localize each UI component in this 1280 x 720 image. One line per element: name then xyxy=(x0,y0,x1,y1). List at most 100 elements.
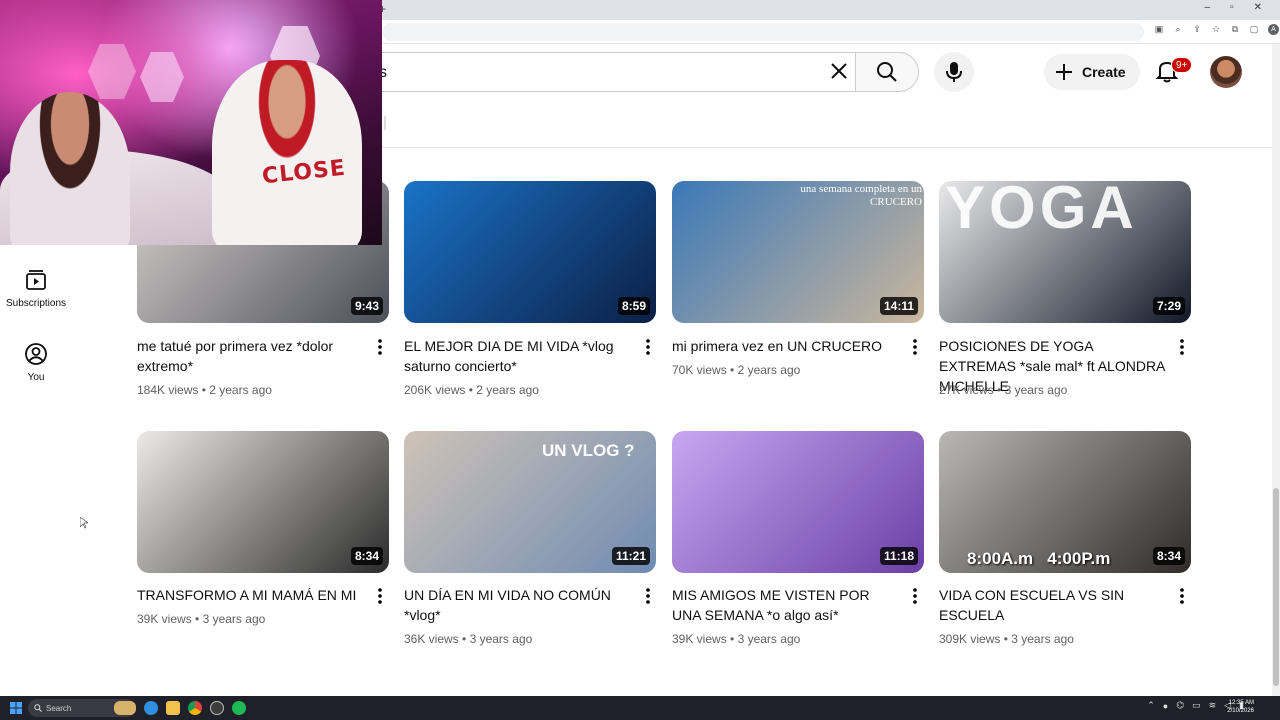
extensions-puzzle-icon[interactable]: ⧉ xyxy=(1230,24,1240,35)
zoom-icon[interactable]: ⌕ xyxy=(1173,24,1183,35)
video-thumbnail[interactable]: 8:00A.m 4:00P.m 8:34 xyxy=(939,431,1191,573)
more-vert-icon xyxy=(378,339,382,355)
video-duration: 11:21 xyxy=(611,547,650,565)
video-title[interactable]: MIS AMIGOS ME VISTEN POR UNA SEMANA *o a… xyxy=(672,585,900,625)
video-title[interactable]: me tatué por primera vez *dolor extremo* xyxy=(137,336,365,376)
address-bar[interactable] xyxy=(382,23,1144,41)
video-age: 3 years ago xyxy=(737,632,801,646)
clock-time: 12:35 AM xyxy=(1228,700,1254,706)
video-views: 39K views xyxy=(672,632,727,646)
video-thumbnail[interactable]: 11:18 xyxy=(672,431,924,573)
spotify-app-icon[interactable] xyxy=(232,701,246,715)
sidebar-icon[interactable]: ▢ xyxy=(1249,24,1259,35)
content-divider xyxy=(382,147,1272,148)
video-views: 36K views xyxy=(404,632,459,646)
guide-item-label: You xyxy=(27,372,45,383)
browser-profile-avatar[interactable]: A xyxy=(1268,24,1279,35)
video-menu-button[interactable] xyxy=(905,584,925,608)
guide-item-you[interactable]: You xyxy=(0,342,72,383)
video-duration: 7:29 xyxy=(1152,297,1185,315)
obs-app-icon[interactable] xyxy=(210,701,224,715)
video-menu-button[interactable] xyxy=(1172,335,1192,359)
video-menu-button[interactable] xyxy=(1172,584,1192,608)
voice-search-button[interactable] xyxy=(934,52,974,92)
maximize-button[interactable]: ▫ xyxy=(1230,2,1234,13)
video-thumbnail[interactable]: 8:59 xyxy=(404,181,656,323)
video-menu-button[interactable] xyxy=(370,584,390,608)
video-title[interactable]: TRANSFORMO A MI MAMÁ EN MI xyxy=(137,585,365,605)
chevron-up-icon[interactable]: ⌃ xyxy=(1147,700,1155,711)
video-duration: 14:11 xyxy=(879,297,918,315)
windows-start-icon[interactable] xyxy=(10,702,22,714)
video-menu-button[interactable] xyxy=(905,335,925,359)
video-menu-button[interactable] xyxy=(638,584,658,608)
thumbnail-overlay-text: 8:00A.m 4:00P.m xyxy=(967,549,1111,568)
wifi-icon[interactable]: ≋ xyxy=(1209,700,1217,711)
video-meta: 27K views • 3 years ago xyxy=(939,383,1068,397)
video-age: 2 years ago xyxy=(737,363,801,377)
translate-icon[interactable]: ▣ xyxy=(1154,24,1164,35)
video-meta: 36K views • 3 years ago xyxy=(404,632,533,646)
neon-hex-light xyxy=(88,44,136,99)
page-scrollbar-thumb[interactable] xyxy=(1273,488,1279,686)
video-thumbnail[interactable]: una semana completa en un CRUCERO 14:11 xyxy=(672,181,924,323)
video-thumbnail[interactable]: 8:34 xyxy=(137,431,389,573)
search-input[interactable]: s xyxy=(360,52,856,92)
tray-app-icon[interactable]: ● xyxy=(1163,701,1168,711)
more-vert-icon xyxy=(913,588,917,604)
more-vert-icon xyxy=(1180,339,1184,355)
video-meta: 309K views • 3 years ago xyxy=(939,632,1074,646)
video-title[interactable]: UN DÍA EN MI VIDA NO COMÚN *vlog* xyxy=(404,585,632,625)
video-thumbnail[interactable]: UN VLOG ? 11:21 xyxy=(404,431,656,573)
more-vert-icon xyxy=(1180,588,1184,604)
video-views: 184K views xyxy=(137,383,199,397)
taskbar-clock[interactable]: 12:35 AM 2/10/2026 xyxy=(1227,699,1254,715)
video-thumbnail[interactable]: YOGA 7:29 xyxy=(939,181,1191,323)
video-age: 2 years ago xyxy=(209,383,272,397)
more-vert-icon xyxy=(646,339,650,355)
bookmark-star-icon[interactable]: ☆ xyxy=(1211,24,1221,35)
create-button[interactable]: Create xyxy=(1044,54,1140,90)
video-views: 309K views xyxy=(939,632,1001,646)
minimize-button[interactable]: – xyxy=(1205,2,1211,13)
chrome-app-icon[interactable] xyxy=(188,701,202,715)
video-age: 3 years ago xyxy=(1011,632,1074,646)
thumbnail-overlay-text: YOGA xyxy=(945,181,1138,241)
video-menu-button[interactable] xyxy=(370,335,390,359)
video-title[interactable]: EL MEJOR DIA DE MI VIDA *vlog saturno co… xyxy=(404,336,632,376)
file-explorer-icon[interactable] xyxy=(166,701,180,715)
close-icon xyxy=(831,63,847,79)
network-icon[interactable]: ⌬ xyxy=(1176,700,1184,711)
share-icon[interactable]: ⇪ xyxy=(1192,24,1202,35)
webcam-overlay: CLOSE xyxy=(0,0,382,245)
webcam-person-right xyxy=(212,60,362,245)
video-age: 2 years ago xyxy=(476,383,539,397)
video-meta: 39K views • 3 years ago xyxy=(672,632,801,646)
video-menu-button[interactable] xyxy=(638,335,658,359)
video-duration: 9:43 xyxy=(350,297,383,315)
plus-icon xyxy=(1056,64,1072,80)
close-window-button[interactable]: ✕ xyxy=(1254,2,1262,13)
more-vert-icon xyxy=(913,339,917,355)
guide-item-subscriptions[interactable]: Subscriptions xyxy=(0,268,72,309)
clear-search-button[interactable] xyxy=(826,58,852,84)
more-vert-icon xyxy=(378,588,382,604)
video-duration: 8:59 xyxy=(617,297,650,315)
window-controls: – ▫ ✕ xyxy=(1205,2,1263,13)
search-button[interactable] xyxy=(855,52,919,92)
taskbar-search-label: Search xyxy=(46,703,72,713)
display-icon[interactable]: ▭ xyxy=(1192,700,1201,711)
neon-hex-light xyxy=(140,52,184,102)
video-meta: 39K views • 3 years ago xyxy=(137,612,266,626)
you-icon xyxy=(25,343,47,365)
video-age: 3 years ago xyxy=(469,632,533,646)
video-age: 3 years ago xyxy=(202,612,266,626)
edge-app-icon[interactable] xyxy=(144,701,158,715)
thumbnail-overlay-text: una semana completa en un CRUCERO xyxy=(800,183,922,208)
mouse-cursor-icon xyxy=(80,517,88,529)
account-avatar[interactable] xyxy=(1210,56,1242,88)
video-title[interactable]: mi primera vez en UN CRUCERO xyxy=(672,336,900,356)
search-icon xyxy=(34,704,42,712)
search-highlight-app[interactable] xyxy=(114,701,136,715)
video-title[interactable]: VIDA CON ESCUELA VS SIN ESCUELA xyxy=(939,585,1167,625)
